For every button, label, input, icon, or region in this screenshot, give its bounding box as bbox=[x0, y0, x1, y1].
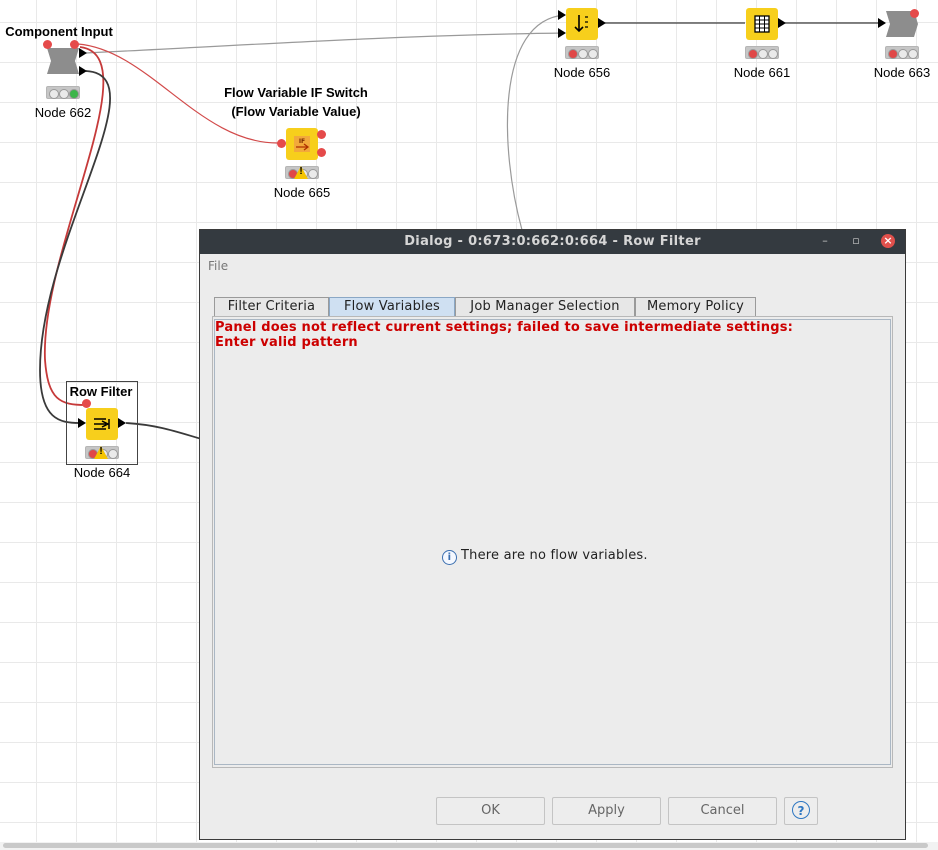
table-view-icon[interactable] bbox=[746, 8, 778, 40]
row-filter-glyph bbox=[94, 418, 110, 430]
node-662-data-out-port-1[interactable] bbox=[79, 48, 87, 58]
minimize-button[interactable]: – bbox=[817, 233, 833, 249]
info-icon: i bbox=[442, 550, 457, 565]
help-icon: ? bbox=[792, 801, 810, 819]
node-662-status-light bbox=[46, 86, 80, 99]
sorter-glyph bbox=[574, 15, 588, 33]
node-656-data-in-port-2[interactable] bbox=[558, 28, 566, 38]
tab-filter-criteria[interactable]: Filter Criteria bbox=[214, 297, 329, 316]
node-663-flowvar-port[interactable] bbox=[910, 9, 919, 18]
node-664-title: Row Filter bbox=[69, 384, 133, 399]
error-message-line1: Panel does not reflect current settings;… bbox=[215, 320, 794, 335]
node-664-label[interactable]: Node 664 bbox=[65, 465, 139, 480]
component-input-icon[interactable] bbox=[47, 45, 79, 77]
node-663-status-light bbox=[885, 46, 919, 59]
node-663-label[interactable]: Node 663 bbox=[865, 65, 938, 80]
node-656-label[interactable]: Node 656 bbox=[545, 65, 619, 80]
node-661-data-out-port[interactable] bbox=[778, 18, 786, 28]
scrollbar-thumb[interactable] bbox=[3, 843, 928, 848]
wire-data-662-to-664 bbox=[39, 70, 111, 424]
info-message-text: There are no flow variables. bbox=[461, 548, 648, 563]
node-656-data-out-port[interactable] bbox=[598, 18, 606, 28]
if-switch-glyph: IF bbox=[294, 136, 310, 152]
node-661-label[interactable]: Node 661 bbox=[725, 65, 799, 80]
node-665-out-port-top[interactable] bbox=[317, 130, 326, 139]
row-filter-icon[interactable] bbox=[86, 408, 118, 440]
sorter-icon[interactable] bbox=[566, 8, 598, 40]
node-656-status-light bbox=[565, 46, 599, 59]
node-661-status-light bbox=[745, 46, 779, 59]
canvas-horizontal-scrollbar[interactable] bbox=[0, 842, 938, 850]
ok-button[interactable]: OK bbox=[436, 797, 545, 825]
wire-flowvar-662-to-664 bbox=[44, 46, 105, 406]
if-switch-icon[interactable]: IF bbox=[286, 128, 318, 160]
node-665-out-port-bottom[interactable] bbox=[317, 148, 326, 157]
node-663-data-in-port[interactable] bbox=[878, 18, 886, 28]
cancel-button[interactable]: Cancel bbox=[668, 797, 777, 825]
node-665-label[interactable]: Node 665 bbox=[265, 185, 339, 200]
node-665-warning-mark: ! bbox=[299, 166, 303, 177]
close-button[interactable]: × bbox=[881, 234, 895, 248]
node-662-flowvar-port-1[interactable] bbox=[70, 40, 79, 49]
help-button[interactable]: ? bbox=[784, 797, 818, 825]
node-664-data-in-port[interactable] bbox=[78, 418, 86, 428]
node-662-flowvar-port-2[interactable] bbox=[43, 40, 52, 49]
table-view-glyph bbox=[754, 15, 770, 33]
wire-662-to-656 bbox=[85, 32, 566, 54]
node-665-title-line2: (Flow Variable Value) bbox=[231, 104, 361, 119]
node-665-flowvar-in-port[interactable] bbox=[277, 139, 286, 148]
node-662-data-out-port-2[interactable] bbox=[79, 66, 87, 76]
menu-file[interactable]: File bbox=[208, 259, 228, 273]
node-665-title-line1: Flow Variable IF Switch bbox=[224, 85, 368, 100]
tab-job-manager-selection[interactable]: Job Manager Selection bbox=[455, 297, 635, 316]
maximize-button[interactable]: ▫ bbox=[848, 233, 864, 249]
dialog-title: Dialog - 0:673:0:662:0:664 - Row Filter bbox=[404, 234, 701, 249]
flow-variables-panel bbox=[214, 319, 891, 765]
tab-flow-variables[interactable]: Flow Variables bbox=[329, 297, 455, 316]
node-662-label[interactable]: Node 662 bbox=[26, 105, 100, 120]
row-filter-dialog: Dialog - 0:673:0:662:0:664 - Row Filter … bbox=[199, 229, 906, 840]
apply-button[interactable]: Apply bbox=[552, 797, 661, 825]
node-662-title: Component Input bbox=[5, 24, 113, 39]
tab-memory-policy[interactable]: Memory Policy bbox=[635, 297, 756, 316]
dialog-titlebar[interactable]: Dialog - 0:673:0:662:0:664 - Row Filter … bbox=[200, 230, 905, 254]
node-664-warning-mark: ! bbox=[99, 446, 103, 457]
dialog-menubar: File bbox=[200, 254, 905, 278]
node-664-flowvar-in-port[interactable] bbox=[82, 399, 91, 408]
wire-into-656-top bbox=[506, 14, 566, 231]
no-flow-variables-message: i There are no flow variables. bbox=[442, 548, 648, 565]
component-input-shape bbox=[47, 48, 79, 74]
error-message-line2: Enter valid pattern bbox=[215, 335, 358, 350]
node-664-data-out-port[interactable] bbox=[118, 418, 126, 428]
node-656-data-in-port-1[interactable] bbox=[558, 10, 566, 20]
